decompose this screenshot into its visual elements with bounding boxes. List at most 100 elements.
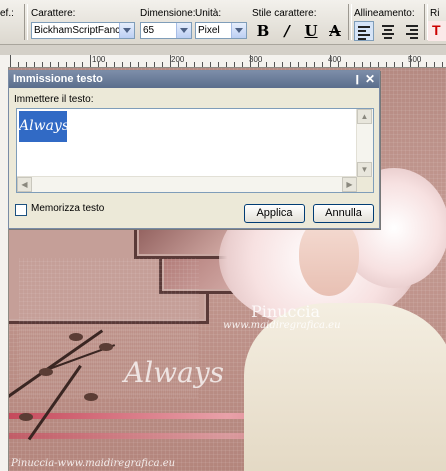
ruler-tick: [298, 62, 299, 67]
ruler-tick: [114, 62, 115, 67]
horizontal-ruler: 100 200 300 400 500: [8, 55, 446, 68]
ruler-tick: [74, 62, 75, 67]
font-select[interactable]: BickhamScriptFanc: [31, 22, 135, 39]
ruler-tick: [442, 62, 443, 67]
apply-button[interactable]: Applica: [244, 204, 305, 223]
font-select-value: BickhamScriptFanc: [34, 25, 121, 36]
ruler-tick: [90, 55, 91, 67]
ruler-tick: [170, 55, 171, 67]
dialog-titlebar[interactable]: Immissione testo ❙ ✕: [9, 71, 379, 88]
scroll-left-icon[interactable]: ◀: [17, 177, 32, 192]
align-left-button[interactable]: [354, 21, 374, 41]
ruler-tick: [410, 55, 411, 67]
scroll-down-icon[interactable]: ▼: [357, 162, 372, 177]
chevron-down-icon[interactable]: [231, 23, 246, 38]
font-style-label: Stile carattere:: [252, 8, 317, 19]
italic-button[interactable]: /: [277, 21, 297, 41]
ruler-tick: [282, 62, 283, 67]
units-select-value: Pixel: [198, 25, 220, 36]
ruler-tick: [162, 62, 163, 67]
ruler-tick: [426, 62, 427, 67]
ruler-tick: [266, 62, 267, 67]
ruler-tick: [18, 62, 19, 67]
ruler-tick: [234, 62, 235, 67]
ruler-tick: [354, 62, 355, 67]
alignment-label: Allineamento:: [354, 8, 415, 19]
text-entry-dialog: Immissione testo ❙ ✕ Immettere il testo:…: [8, 70, 380, 229]
ruler-tick: [26, 62, 27, 67]
leaf-shape: [39, 368, 53, 376]
size-select-value: 65: [143, 25, 155, 36]
text-tool-extra-button[interactable]: T: [428, 21, 446, 41]
pin-icon[interactable]: ❙: [353, 71, 361, 88]
scroll-up-icon[interactable]: ▲: [357, 109, 372, 124]
ruler-tick: [306, 62, 307, 67]
truncated-label: Ri: [430, 8, 440, 19]
ruler-tick: [370, 62, 371, 67]
vertical-scrollbar[interactable]: ▲ ▼: [356, 109, 373, 177]
ruler-tick: [154, 62, 155, 67]
ruler-tick: [58, 62, 59, 67]
ruler-tick: [402, 62, 403, 67]
scrollbar-corner: [357, 177, 373, 192]
ruler-tick: [122, 62, 123, 67]
ruler-label: 300: [249, 55, 263, 64]
ruler-tick: [362, 62, 363, 67]
ruler-tick: [250, 55, 251, 67]
strikethrough-button[interactable]: A: [325, 21, 345, 41]
remember-text-label: Memorizza testo: [31, 203, 105, 214]
ruler-tick: [242, 62, 243, 67]
ruler-tick: [290, 62, 291, 67]
ruler-tick: [210, 62, 211, 67]
chevron-down-icon[interactable]: [119, 23, 134, 38]
ruler-tick: [178, 62, 179, 67]
ruler-tick: [202, 62, 203, 67]
ruler-tick: [42, 62, 43, 67]
word-art: Always: [124, 356, 225, 389]
ruler-tick: [226, 62, 227, 67]
ruler-tick: [186, 62, 187, 67]
ruler-tick: [194, 62, 195, 67]
size-select[interactable]: 65: [140, 22, 192, 39]
leaf-shape: [84, 393, 98, 401]
ruler-tick: [130, 62, 131, 67]
remember-text-checkbox[interactable]: [15, 204, 27, 216]
watermark-url: www.maidiregrafica.eu: [223, 320, 341, 331]
leaf-shape: [99, 343, 113, 351]
toolbar-separator: [24, 4, 28, 40]
horizontal-scrollbar[interactable]: ◀ ▶: [17, 176, 357, 192]
truncated-label: ef.:: [0, 8, 14, 19]
ruler-tick: [386, 62, 387, 67]
text-input-area[interactable]: Always ▲ ▼ ◀ ▶: [16, 108, 374, 193]
ruler-tick: [82, 62, 83, 67]
ruler-tick: [378, 62, 379, 67]
chevron-down-icon[interactable]: [176, 23, 191, 38]
dialog-title: Immissione testo: [13, 73, 103, 85]
bold-button[interactable]: B: [253, 21, 273, 41]
ruler-tick: [314, 62, 315, 67]
close-icon[interactable]: ✕: [365, 71, 375, 88]
ruler-tick: [10, 55, 11, 67]
ruler-tick: [330, 55, 331, 67]
ruler-tick: [434, 62, 435, 67]
align-right-button[interactable]: [402, 21, 422, 41]
units-select[interactable]: Pixel: [195, 22, 247, 39]
ruler-tick: [346, 62, 347, 67]
selected-text[interactable]: Always: [19, 111, 69, 142]
ruler-tick: [338, 62, 339, 67]
text-prompt-label: Immettere il testo:: [14, 94, 94, 105]
ruler-tick: [50, 62, 51, 67]
scroll-right-icon[interactable]: ▶: [342, 177, 357, 192]
ruler-tick: [274, 62, 275, 67]
ruler-tick: [34, 62, 35, 67]
align-center-button[interactable]: [378, 21, 398, 41]
underline-button[interactable]: U: [301, 21, 321, 41]
face-shape: [299, 218, 359, 296]
watermark-bottom: Pinuccia-www.maidiregrafica.eu: [11, 458, 176, 469]
text-tool-options-bar: ef.: Carattere: BickhamScriptFanc Dimens…: [0, 0, 446, 45]
ruler-tick: [394, 62, 395, 67]
watermark-name: Pinuccia: [251, 302, 321, 321]
cancel-button[interactable]: Annulla: [313, 204, 374, 223]
ruler-tick: [218, 62, 219, 67]
leaf-shape: [19, 413, 33, 421]
